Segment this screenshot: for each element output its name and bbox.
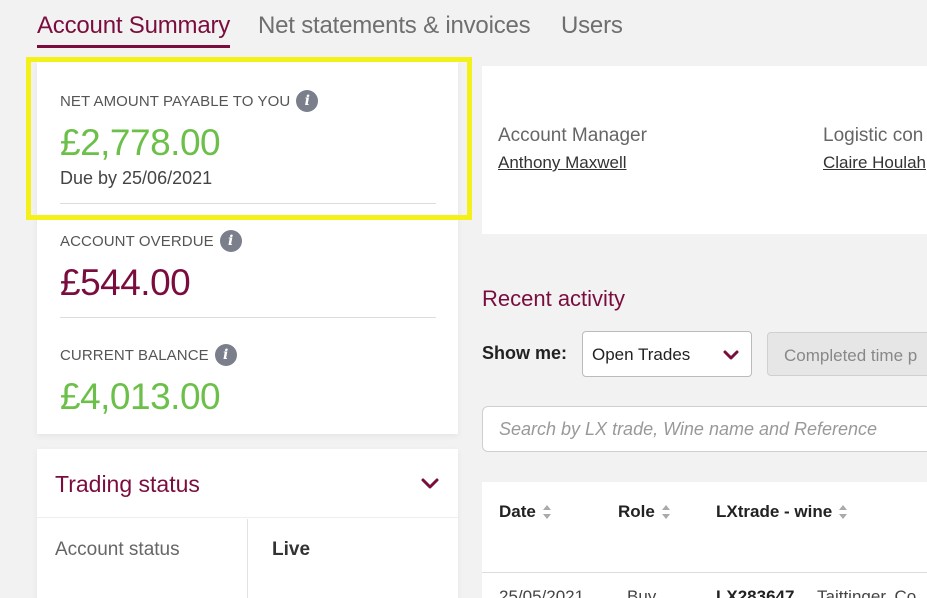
current-balance-label-row: CURRENT BALANCE i [60,344,436,366]
current-balance: CURRENT BALANCE i £4,013.00 [60,344,436,418]
account-overdue-label: ACCOUNT OVERDUE [60,232,214,250]
account-summary-card: NET AMOUNT PAYABLE TO YOU i £2,778.00 Du… [37,62,458,434]
sort-icon [839,505,848,519]
sort-icon [661,505,670,519]
column-header-label: LXtrade - wine [716,502,833,521]
tab-net-statements-invoices[interactable]: Net statements & invoices [258,12,531,40]
sort-icon [542,505,551,519]
account-overdue-value: £544.00 [60,262,191,303]
row-wine: Taittinger, Co [817,587,917,598]
top-tabs: Account Summary Net statements & invoice… [0,0,927,50]
activity-table: Date Role LXtrade - wine 25/05/2021 Buy … [482,482,927,598]
row-role: Buy [627,587,657,598]
show-me-label: Show me: [482,343,568,363]
contact-logistic: Logistic con Claire Houlah [823,125,926,173]
column-header-date[interactable]: Date [499,502,552,522]
current-balance-label: CURRENT BALANCE [60,346,209,364]
account-overdue-label-row: ACCOUNT OVERDUE i [60,230,436,252]
contacts-card: Account Manager Anthony Maxwell Logistic… [482,66,927,234]
info-icon[interactable]: i [219,230,242,252]
divider [482,572,927,573]
divider [60,317,436,318]
trade-filter-select[interactable]: Open Trades [582,331,752,377]
trading-status-title: Trading status [55,471,200,497]
info-icon[interactable]: i [214,344,237,366]
contact-name-link[interactable]: Anthony Maxwell [498,153,647,173]
row-trade-id[interactable]: LX283647 [716,587,794,598]
account-overdue: ACCOUNT OVERDUE i £544.00 [60,230,436,304]
account-summary-page: Account Summary Net statements & invoice… [0,0,927,598]
net-amount-payable-label: NET AMOUNT PAYABLE TO YOU [60,92,291,110]
net-amount-payable: NET AMOUNT PAYABLE TO YOU i £2,778.00 Du… [60,90,436,189]
net-amount-payable-value: £2,778.00 [60,122,221,163]
due-date-text: Due by 25/06/2021 [60,168,213,188]
column-header-label: Role [618,502,655,521]
current-balance-value: £4,013.00 [60,376,221,417]
divider [247,519,248,598]
chevron-down-icon [723,350,739,360]
column-header-role[interactable]: Role [618,502,671,522]
completed-time-period-button[interactable]: Completed time p [767,332,927,376]
tab-account-summary[interactable]: Account Summary [37,12,230,48]
contact-role: Account Manager [498,125,647,146]
contact-role: Logistic con [823,125,924,146]
net-amount-payable-label-row: NET AMOUNT PAYABLE TO YOU i [60,90,436,112]
column-header-label: Date [499,502,536,521]
divider [37,517,458,518]
recent-activity-title: Recent activity [482,286,626,311]
selected-filter-value: Open Trades [592,345,691,364]
account-status-label: Account status [55,539,180,560]
divider [60,203,436,204]
trading-status-card: Trading status Account status Live [37,449,458,598]
row-date: 25/05/2021 [499,587,585,598]
column-header-lxtrade-wine[interactable]: LXtrade - wine [716,502,848,522]
chevron-down-icon[interactable] [420,477,440,491]
contact-name-link[interactable]: Claire Houlah [823,153,926,173]
contact-account-manager: Account Manager Anthony Maxwell [498,125,647,173]
info-icon[interactable]: i [296,90,319,112]
tab-users[interactable]: Users [561,12,623,40]
account-status-value: Live [272,539,311,560]
search-input[interactable]: Search by LX trade, Wine name and Refere… [482,406,927,452]
